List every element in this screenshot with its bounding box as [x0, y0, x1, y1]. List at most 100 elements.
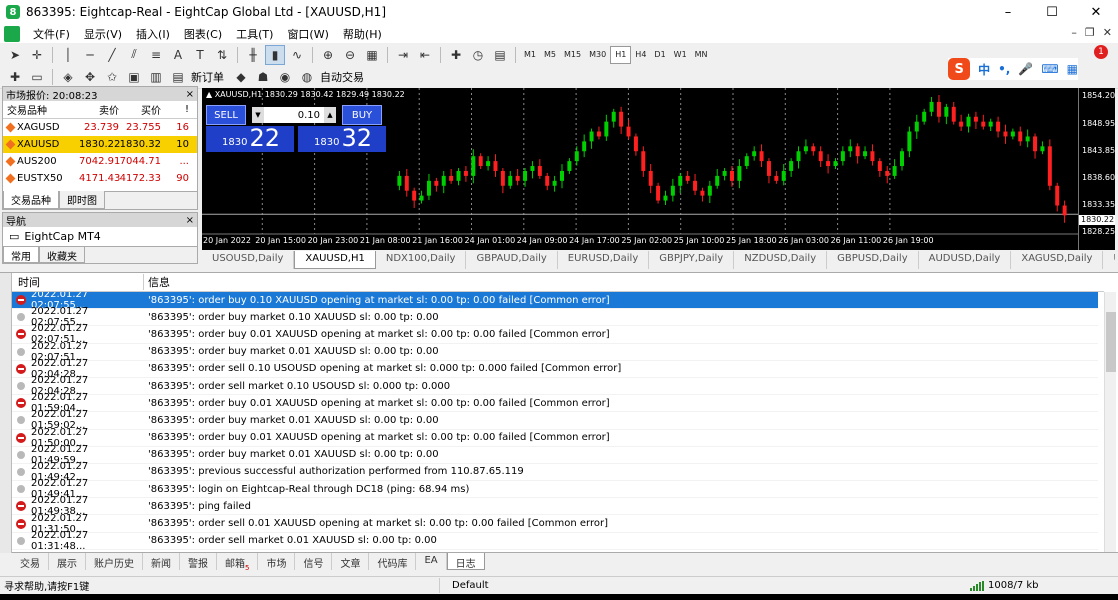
new-order-button[interactable]: 新订单 — [191, 69, 224, 85]
market-watch-close-icon[interactable]: × — [186, 89, 194, 100]
navigator-close-icon[interactable]: × — [186, 215, 194, 226]
log-row[interactable]: 2022.01.27 02:07:55... '863395': order bu… — [12, 306, 1098, 328]
tf-h1[interactable]: H1 — [610, 45, 632, 64]
market-icon[interactable]: ◉ — [275, 67, 295, 87]
chart-tab[interactable]: AUDUSD,Daily — [919, 251, 1012, 269]
tab-tick-chart[interactable]: 即时图 — [59, 191, 105, 209]
trendline-icon[interactable]: ╱ — [102, 45, 122, 65]
status-profile[interactable]: Default — [440, 580, 970, 591]
keyboard-icon[interactable]: ⌨ — [1041, 62, 1058, 76]
metaeditor-icon[interactable]: ◆ — [231, 67, 251, 87]
menu-help[interactable]: 帮助(H) — [336, 26, 389, 42]
market-row-selected[interactable]: XAUUSD 1830.22 1830.32 10 — [3, 136, 197, 153]
mdi-close-button[interactable]: ✕ — [1103, 26, 1112, 39]
log-row[interactable]: 2022.01.27 02:04:28... '863395': order se… — [12, 375, 1098, 397]
cursor-icon[interactable]: ➤ — [5, 45, 25, 65]
tab-news[interactable]: 新闻 — [143, 553, 180, 570]
chart-tab[interactable]: GBPJPY,Daily — [649, 251, 735, 269]
chart-tab[interactable]: XAGUSD,Daily — [1011, 251, 1104, 269]
profiles-icon[interactable]: ▭ — [27, 67, 47, 87]
navigator-icon[interactable]: ✩ — [102, 67, 122, 87]
tab-articles[interactable]: 文章 — [332, 553, 370, 570]
chart-tab[interactable]: GBPUSD,Daily — [827, 251, 919, 269]
terminal-icon[interactable]: ▣ — [124, 67, 144, 87]
menu-view[interactable]: 显示(V) — [77, 26, 129, 42]
tab-mailbox[interactable]: 邮箱5 — [217, 553, 259, 572]
tab-exposure[interactable]: 展示 — [49, 553, 86, 570]
log-row[interactable]: 2022.01.27 01:31:50... '863395': order se… — [12, 513, 1098, 535]
log-row[interactable]: 2022.01.27 02:04:28... '863395': order se… — [12, 358, 1098, 380]
menu-insert[interactable]: 插入(I) — [129, 26, 177, 42]
menu-tools[interactable]: 工具(T) — [229, 26, 280, 42]
crosshair-icon[interactable]: ✛ — [27, 45, 47, 65]
tab-favorites[interactable]: 收藏夹 — [39, 247, 85, 263]
channel-icon[interactable]: ⫽ — [124, 45, 144, 65]
horizontal-line-icon[interactable]: ─ — [80, 45, 100, 65]
tf-m15[interactable]: M15 — [560, 46, 585, 64]
ime-punctuation-icon[interactable]: •, — [998, 62, 1010, 76]
ime-chinese-toggle[interactable]: 中 — [978, 61, 990, 78]
chart-tab-active[interactable]: XAUUSD,H1 — [294, 251, 376, 269]
lot-decrease-icon[interactable]: ▼ — [252, 107, 264, 123]
market-row[interactable]: AUS200 7042.91 7044.71 ... — [3, 153, 197, 170]
log-row[interactable]: 2022.01.27 01:50:00... '863395': order bu… — [12, 427, 1098, 449]
zoom-out-icon[interactable]: ⊖ — [340, 45, 360, 65]
auto-trading-button[interactable]: 自动交易 — [320, 69, 364, 85]
bar-chart-icon[interactable]: ╫ — [243, 45, 263, 65]
col-ask[interactable]: 买价 — [119, 102, 161, 117]
col-symbol[interactable]: 交易品种 — [3, 102, 79, 117]
col-message[interactable]: 信息 — [144, 274, 170, 290]
log-row[interactable]: 2022.01.27 02:07:55... '863395': order bu… — [12, 292, 1098, 311]
line-chart-icon[interactable]: ∿ — [287, 45, 307, 65]
buy-button[interactable]: BUY — [342, 105, 382, 125]
periods-icon[interactable]: ◷ — [468, 45, 488, 65]
tab-market[interactable]: 市场 — [258, 553, 296, 570]
tf-h4[interactable]: H4 — [631, 46, 650, 64]
indicators-icon[interactable]: ✚ — [446, 45, 466, 65]
tab-journal[interactable]: 日志 — [446, 553, 485, 570]
chart-shift-icon[interactable]: ⇤ — [415, 45, 435, 65]
chart-tab[interactable]: USOUSD,Daily — [202, 251, 295, 269]
maximize-button[interactable]: ☐ — [1030, 0, 1074, 24]
sell-price-box[interactable]: 1830 22 — [206, 126, 294, 152]
new-order-icon[interactable]: ▤ — [168, 67, 188, 87]
signals-icon[interactable]: ☗ — [253, 67, 273, 87]
tester-icon[interactable]: ▥ — [146, 67, 166, 87]
terminal-scrollbar[interactable] — [1104, 292, 1116, 553]
tab-code-base[interactable]: 代码库 — [369, 553, 417, 570]
fibonacci-icon[interactable]: ≡ — [146, 45, 166, 65]
notification-badge[interactable]: 1 — [1094, 45, 1108, 59]
templates-icon[interactable]: ▤ — [490, 45, 510, 65]
microphone-icon[interactable]: 🎤 — [1018, 62, 1033, 76]
tf-m5[interactable]: M5 — [540, 46, 560, 64]
close-button[interactable]: ✕ — [1074, 0, 1118, 24]
market-row[interactable]: EUSTX50 4171.43 4172.33 90 — [3, 170, 197, 187]
log-row[interactable]: 2022.01.27 01:31:48... '863395': order se… — [12, 530, 1098, 552]
tab-experts[interactable]: EA — [416, 553, 447, 570]
tab-alerts[interactable]: 警报 — [180, 553, 217, 570]
market-watch-icon[interactable]: ◈ — [58, 67, 78, 87]
tab-symbols[interactable]: 交易品种 — [3, 191, 59, 209]
chart-tab[interactable]: NZDUSD,Daily — [734, 251, 828, 269]
tf-m1[interactable]: M1 — [520, 46, 540, 64]
log-row[interactable]: 2022.01.27 01:49:42... '863395': previous… — [12, 461, 1098, 483]
log-row[interactable]: 2022.01.27 01:49:41... '863395': login on… — [12, 478, 1098, 500]
tab-common[interactable]: 常用 — [3, 247, 39, 263]
sogou-logo[interactable]: S — [948, 58, 971, 80]
auto-trading-icon[interactable]: ◍ — [297, 67, 317, 87]
mdi-minimize-button[interactable]: – — [1071, 26, 1077, 39]
chart-tab[interactable]: GBPAUD,Daily — [466, 251, 558, 269]
mdi-restore-button[interactable]: ❐ — [1085, 26, 1095, 39]
col-spread[interactable]: ! — [161, 104, 191, 115]
log-row[interactable]: 2022.01.27 02:07:51... '863395': order bu… — [12, 341, 1098, 363]
tf-m30[interactable]: M30 — [585, 46, 610, 64]
tf-w1[interactable]: W1 — [670, 46, 691, 64]
col-bid[interactable]: 卖价 — [79, 102, 119, 117]
ime-menu-icon[interactable]: ▦ — [1067, 62, 1078, 76]
sell-button[interactable]: SELL — [206, 105, 246, 125]
col-time[interactable]: 时间 — [12, 274, 144, 290]
menu-file[interactable]: 文件(F) — [26, 26, 77, 42]
arrows-icon[interactable]: ⇅ — [212, 45, 232, 65]
autoscroll-icon[interactable]: ⇥ — [393, 45, 413, 65]
vertical-line-icon[interactable]: │ — [58, 45, 78, 65]
